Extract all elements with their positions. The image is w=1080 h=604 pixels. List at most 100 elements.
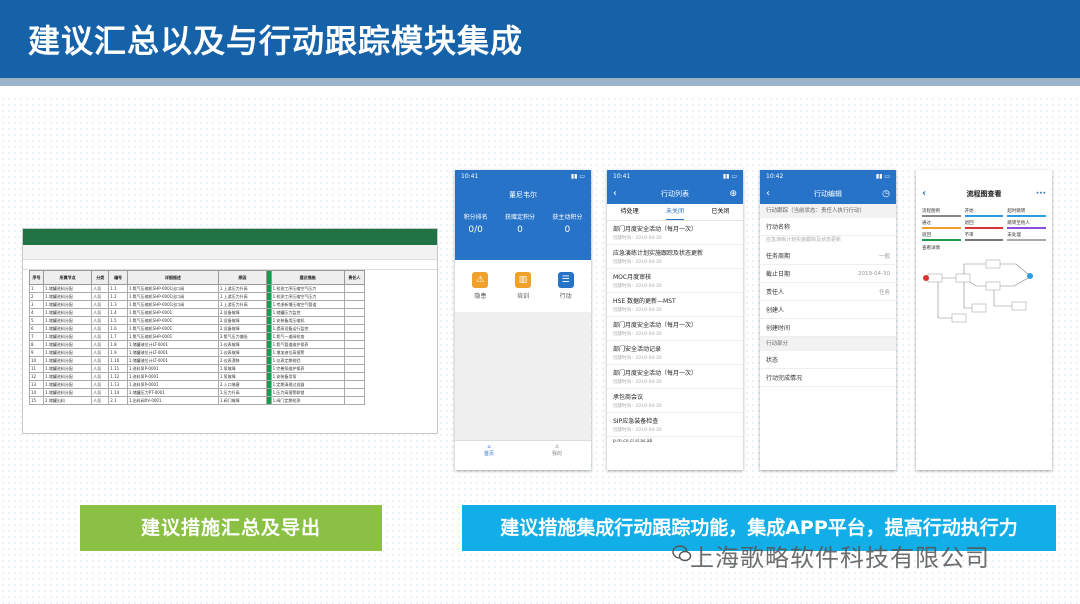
table-cell[interactable]: 人员 <box>91 332 110 341</box>
table-cell[interactable]: 1.11 <box>108 364 128 373</box>
table-cell[interactable]: 1.储罐进料分配 <box>43 292 93 301</box>
nav-mine[interactable]: ♙ 我的 <box>552 444 562 470</box>
table-cell[interactable]: 人员 <box>91 292 110 301</box>
form-row[interactable]: 行动完成情况 <box>760 369 896 387</box>
table-cell[interactable]: 1.仪表定期校验 <box>270 356 345 365</box>
table-cell[interactable]: 1.储罐进料分配 <box>43 372 93 381</box>
table-cell[interactable]: 1.储罐进料分配 <box>43 388 93 397</box>
table-cell[interactable] <box>343 324 366 333</box>
table-cell[interactable]: 1.阀门定期检测 <box>270 396 345 405</box>
table-cell[interactable]: 1.储罐进料分配 <box>43 356 93 365</box>
table-cell[interactable]: 1.氮气压缩机SHP-0001出口阀 <box>126 292 219 301</box>
table-cell[interactable]: 1.储罐进料分配 <box>43 364 93 373</box>
table-cell[interactable]: 人员 <box>91 340 110 349</box>
table-cell[interactable]: 1.氮气一道阀检查 <box>270 332 345 341</box>
table-cell[interactable] <box>343 380 366 389</box>
table-cell[interactable]: 人员 <box>91 316 110 325</box>
table-cell[interactable]: 1.提高设备运行监控 <box>270 324 345 333</box>
table-cell[interactable]: 1.储罐进料分配 <box>43 340 93 349</box>
table-cell[interactable]: 2.1 <box>108 396 128 405</box>
table-cell[interactable]: 人员 <box>91 300 110 309</box>
table-cell[interactable]: 人员 <box>91 396 110 405</box>
table-cell[interactable]: 1.考虑新增压缩空气管道 <box>270 300 345 309</box>
table-cell[interactable]: 1.6 <box>108 324 128 333</box>
table-cell[interactable] <box>343 292 366 301</box>
form-row[interactable]: 任务周期 一般 <box>760 247 896 265</box>
table-cell[interactable]: 2.设备故障 <box>217 316 267 325</box>
module-button[interactable]: ▥ 培训 <box>514 272 531 300</box>
table-cell[interactable]: 1.泵故障 <box>217 364 267 373</box>
table-cell[interactable]: 4 <box>28 308 45 317</box>
back-icon[interactable]: ‹ <box>766 184 770 204</box>
table-cell[interactable]: 人员 <box>91 308 110 317</box>
table-cell[interactable]: 1.储罐进料分配 <box>43 300 93 309</box>
table-cell[interactable]: 1.储罐压力PT-0001 <box>126 388 219 397</box>
form-row[interactable]: 行动名称 <box>760 218 896 236</box>
table-cell[interactable]: 1.10 <box>108 356 128 365</box>
table-cell[interactable]: 1.上游压力升高 <box>217 284 267 293</box>
table-cell[interactable]: 14 <box>28 388 45 397</box>
table-cell[interactable]: 1.进料泵P-0001 <box>126 372 219 381</box>
clock-icon[interactable]: ◷ <box>882 184 890 204</box>
table-cell[interactable]: 3.氮气压力偏低 <box>217 332 267 341</box>
table-cell[interactable]: 3 <box>28 300 45 309</box>
list-item[interactable]: 承包商会议 创建时间：2019-04-30 <box>607 389 743 413</box>
table-cell[interactable]: 15 <box>28 396 45 405</box>
more-icon[interactable]: ··· <box>1036 184 1046 204</box>
list-item[interactable]: MOC月度审核 创建时间：2019-04-30 <box>607 269 743 293</box>
back-icon[interactable]: ‹ <box>922 184 926 204</box>
table-cell[interactable]: 1.泵故障 <box>217 372 267 381</box>
table-cell[interactable]: 2.储罐出料 <box>43 396 93 405</box>
table-cell[interactable]: 1.仪表故障 <box>217 340 267 349</box>
table-cell[interactable]: 11 <box>28 364 45 373</box>
table-cell[interactable]: 人员 <box>91 388 110 397</box>
table-cell[interactable]: 1.氮气压缩机SHP-0001 <box>126 308 219 317</box>
tab[interactable]: 待处理 <box>621 204 639 220</box>
table-cell[interactable] <box>343 300 366 309</box>
table-cell[interactable] <box>343 284 366 293</box>
table-cell[interactable]: 1.储罐进料分配 <box>43 316 93 325</box>
list-item[interactable]: 部门月度安全活动（每月一次） 创建时间：2019-04-30 <box>607 221 743 245</box>
module-button[interactable]: ⚠ 隐患 <box>472 272 489 300</box>
table-cell[interactable] <box>343 348 366 357</box>
table-cell[interactable]: 1.5 <box>108 316 128 325</box>
tab[interactable]: 未关闭 <box>665 204 684 220</box>
table-cell[interactable]: 人员 <box>91 380 110 389</box>
table-cell[interactable]: 2 <box>28 292 45 301</box>
table-cell[interactable]: 13 <box>28 380 45 389</box>
form-row[interactable]: 责任人 任务 <box>760 283 896 301</box>
table-cell[interactable]: 人员 <box>91 348 110 357</box>
table-cell[interactable]: 1.储罐进料分配 <box>43 308 93 317</box>
table-cell[interactable]: 2.入口堵塞 <box>217 380 267 389</box>
list-item[interactable]: 部门安全活动记录 创建时间：2019-04-30 <box>607 341 743 365</box>
table-cell[interactable]: 5 <box>28 316 45 325</box>
table-cell[interactable]: 1.储罐进料分配 <box>43 324 93 333</box>
table-cell[interactable] <box>343 308 366 317</box>
add-icon[interactable]: ⊕ <box>729 184 737 204</box>
table-cell[interactable]: 8 <box>28 340 45 349</box>
table-cell[interactable]: 1.上游压力升高 <box>217 300 267 309</box>
table-cell[interactable]: 1.4 <box>108 308 128 317</box>
table-cell[interactable]: 1.储罐进料分配 <box>43 332 93 341</box>
list-item[interactable]: HSE 数据的更新—MST 创建时间：2019-04-30 <box>607 293 743 317</box>
table-cell[interactable]: 1 <box>28 284 45 293</box>
table-cell[interactable]: 1.进料泵P-0001 <box>126 380 219 389</box>
table-cell[interactable] <box>343 372 366 381</box>
table-cell[interactable]: 1.安装备用泵 <box>270 372 345 381</box>
form-row[interactable]: 创建时间 <box>760 319 896 337</box>
table-cell[interactable] <box>343 356 366 365</box>
tab[interactable]: 已关闭 <box>711 204 729 220</box>
table-cell[interactable]: 1.增加液位高报警 <box>270 348 345 357</box>
table-cell[interactable]: 1.储罐进料分配 <box>43 284 93 293</box>
table-cell[interactable] <box>343 316 366 325</box>
list-item[interactable]: SIP应急装备检查 创建时间：2019-04-30 <box>607 413 743 437</box>
table-cell[interactable]: 1.8 <box>108 340 128 349</box>
form-row[interactable]: 创建人 <box>760 301 896 319</box>
table-cell[interactable]: 人员 <box>91 284 110 293</box>
table-cell[interactable]: 1.压力升高 <box>217 388 267 397</box>
table-cell[interactable]: 2.设备故障 <box>217 308 267 317</box>
table-cell[interactable]: 6 <box>28 324 45 333</box>
form-row[interactable]: 状态 <box>760 351 896 369</box>
table-cell[interactable]: 1.检测工序压缩空气压力 <box>270 292 345 301</box>
list-item[interactable]: 应急演练计划实施跟踪及状态更新 创建时间：2019-04-30 <box>607 245 743 269</box>
